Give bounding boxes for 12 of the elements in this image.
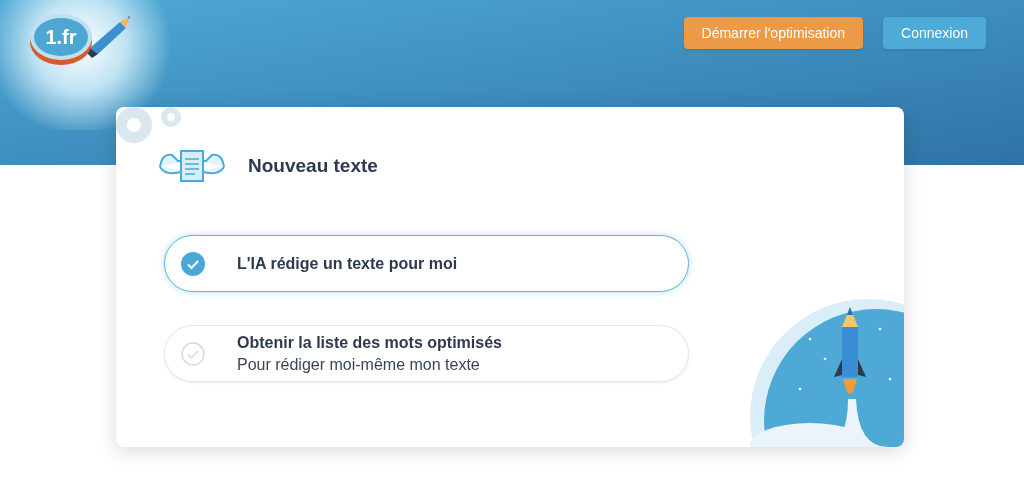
- check-circle-icon: [181, 341, 205, 366]
- logo-text: 1.fr: [45, 25, 77, 50]
- card-title: Nouveau texte: [248, 153, 378, 178]
- document-muscle-icon: [156, 147, 228, 185]
- option-title: L'IA rédige un texte pour moi: [237, 253, 458, 274]
- option-item[interactable]: L'IA rédige un texte pour moi: [164, 235, 689, 292]
- option-subtitle: Pour rédiger moi-même mon texte: [237, 354, 481, 375]
- check-circle-icon: [181, 251, 205, 276]
- option-item[interactable]: Obtenir la liste des mots optimisés Pour rédiger moi-même mon texte: [164, 325, 689, 382]
- start-optimization-button[interactable]: Démarrer l'optimisation: [683, 17, 864, 49]
- option-title: Obtenir la liste des mots optimisés: [237, 332, 502, 353]
- login-button[interactable]: Connexion: [883, 17, 986, 49]
